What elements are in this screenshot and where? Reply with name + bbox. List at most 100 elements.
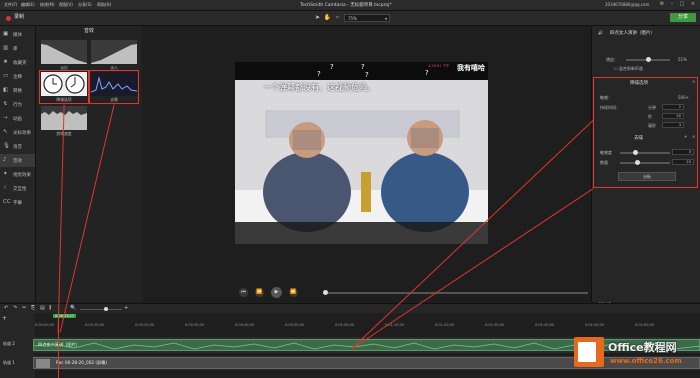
share-button[interactable]: 分享 [670,13,696,22]
analyze-button[interactable]: 分析 [618,172,676,181]
minimize-icon[interactable]: – [668,1,676,8]
sidebar-item-interactivity[interactable]: ☝ 交互性 [0,182,35,195]
noise-title: 降噪选项 [630,81,648,86]
denoise-sensitivity-input[interactable]: 0 [672,149,694,155]
close-icon[interactable]: × [689,1,697,8]
voice-icon: 🎙 [3,143,10,149]
thumb-noise-removal[interactable]: 降噪选项 [39,70,89,104]
ruler-tick: 0:00:30;00 [185,323,205,327]
sensitivity-value[interactable]: 500+ [678,95,689,100]
pan-tool-icon[interactable]: ✋ [323,13,332,22]
watermark-url: www.office26.com [610,357,682,365]
scrub-knob[interactable] [323,290,328,295]
undo-icon[interactable]: ↶ [4,305,8,311]
sidebar-item-media[interactable]: ▣ 媒体 [0,28,35,41]
tools-sidebar: ▣ 媒体 ▥ 库 ★ 收藏夹 ▭ 注释 ◧ 转换 ↯ 行为 ➝ 动画 ↖ 光标效果 🎙 语音 ♪ 音… [0,26,36,302]
timeline-zoom-knob[interactable] [104,307,108,311]
thumb-fade-out[interactable]: 淡出 [41,40,87,70]
denoise-sensitivity-slider[interactable] [620,152,670,154]
copy-icon[interactable]: ⎘ [31,305,35,311]
menu-edit[interactable]: 编辑(E) [21,2,35,8]
sidebar-item-favorites[interactable]: ★ 收藏夹 [0,56,35,69]
speaker-icon: 🔊 [598,30,603,35]
waveform-thumbnail [41,40,87,64]
show-logo: 我有嘻哈 [457,64,485,72]
sensitivity-label: 敏感： [600,95,612,100]
settings-icon[interactable]: ⚙ [658,1,666,8]
paste-icon[interactable]: ▤ [40,305,45,311]
denoise-amount-knob[interactable] [635,160,640,165]
denoise-sensitivity-knob[interactable] [632,150,638,155]
timeline-zoom-slider[interactable] [80,309,122,311]
sidebar-item-cursor-effects[interactable]: ↖ 光标效果 [0,126,35,139]
record-button[interactable]: 录制 [3,13,28,22]
seconds-input[interactable]: 50 [662,113,684,119]
crop-tool-icon[interactable]: ⌗ [333,13,342,22]
sidebar-item-library[interactable]: ▥ 库 [0,42,35,55]
window-title: TechSmith Camtasia - 无标题项目.tscproj* [300,3,392,8]
sidebar-item-audio-effects[interactable]: ♪ 音效 [0,154,35,167]
close-icon[interactable]: × [692,79,695,84]
zoom-out-icon[interactable]: 🔍 [70,305,76,311]
menu-file[interactable]: 文件(F) [4,2,17,8]
record-label: 录制 [14,14,25,20]
danmaku-caption: 一个弹幕都没有，这视频危险。 [263,83,375,92]
timeline-ruler[interactable]: 0:00:03;27 0:00:00;00 0:00:10;00 0:00:20;0… [35,313,700,327]
pointer-tool-icon[interactable]: ➤ [313,13,322,22]
zoom-in-icon[interactable]: + [124,305,128,311]
sidebar-item-visual-effects[interactable]: ✦ 视觉效果 [0,168,35,181]
animation-icon: ➝ [3,115,8,121]
media-panel: 音效 淡出 淡入 降噪选项 去噪 剪辑速度 [36,26,142,302]
ms-input[interactable]: 3 [662,122,684,128]
track-labels: + 轨道 2 轨道 1 [0,313,35,378]
account-email[interactable]: 2034676880@qq.com [605,2,649,7]
step-back-icon[interactable]: ⏪ [255,288,264,297]
zoom-select[interactable]: 75% ▾ [344,14,390,22]
ruler-tick: 0:00:00;00 [35,323,55,327]
audio-effect-icon: ♪ [3,157,7,163]
sidebar-item-voice[interactable]: 🎙 语音 [0,140,35,153]
captions-icon: CC [3,199,11,205]
sidebar-item-transitions[interactable]: ◧ 转换 [0,84,35,97]
ruler-tick: 0:01:00;00 [335,323,355,327]
denoise-title: 去噪 [634,136,643,141]
menu-modify[interactable]: 修改(M) [40,2,55,8]
sidebar-item-animations[interactable]: ➝ 动画 [0,112,35,125]
visual-effect-icon: ✦ [3,171,8,177]
sidebar-item-annotations[interactable]: ▭ 注释 [0,70,35,83]
gain-slider-knob[interactable] [645,57,651,62]
gain-value: 51% [678,57,687,62]
maximize-icon[interactable]: □ [678,1,686,8]
minutes-input[interactable]: 2 [662,104,684,110]
step-forward-icon[interactable]: ⏩ [289,288,298,297]
thumb-fade-in[interactable]: 淡入 [91,40,137,70]
toolbar: 录制 ➤ ✋ ⌗ 75% ▾ 分享 [0,11,700,26]
add-icon[interactable]: + [684,134,687,139]
menu-view[interactable]: 视图(V) [59,2,73,8]
sidebar-item-behaviors[interactable]: ↯ 行为 [0,98,35,111]
play-icon[interactable]: ▶ [271,287,282,298]
favorites-icon: ★ [3,59,8,65]
ruler-tick: 0:00:50;00 [285,323,305,327]
close-icon[interactable]: × [692,134,695,139]
denoise-amount-input[interactable]: 20 [672,159,694,165]
menu-share[interactable]: 分享(S) [78,2,92,8]
redo-icon[interactable]: ↷ [13,305,17,311]
share-label: 分享 [677,14,688,20]
add-track-icon[interactable]: + [2,315,7,322]
ruler-tick: 0:01:30;00 [485,323,505,327]
sidebar-item-captions[interactable]: CC 字幕 [0,196,35,209]
mix-mono-checkbox[interactable]: ☐ 混合到单声道 [614,66,643,72]
denoise-amount-slider[interactable] [620,162,670,164]
cursor-effect-icon: ↖ [3,129,8,135]
rewind-icon[interactable]: ⏮ [239,288,248,297]
playback-bar: ⏮ ⏪ ▶ ⏩ 00:03 / 02:13 30 fps [143,285,652,305]
thumb-denoise[interactable]: 去噪 [89,70,139,104]
scrub-track[interactable] [323,292,588,294]
zoom-value: 75% [348,16,357,21]
cut-icon[interactable]: ✂ [22,305,26,311]
watermark-brand: Office教程网 [608,341,677,354]
split-icon[interactable]: ⫼ [49,305,51,311]
ruler-tick: 0:00:10;00 [85,323,105,327]
menu-help[interactable]: 帮助(H) [97,2,111,8]
